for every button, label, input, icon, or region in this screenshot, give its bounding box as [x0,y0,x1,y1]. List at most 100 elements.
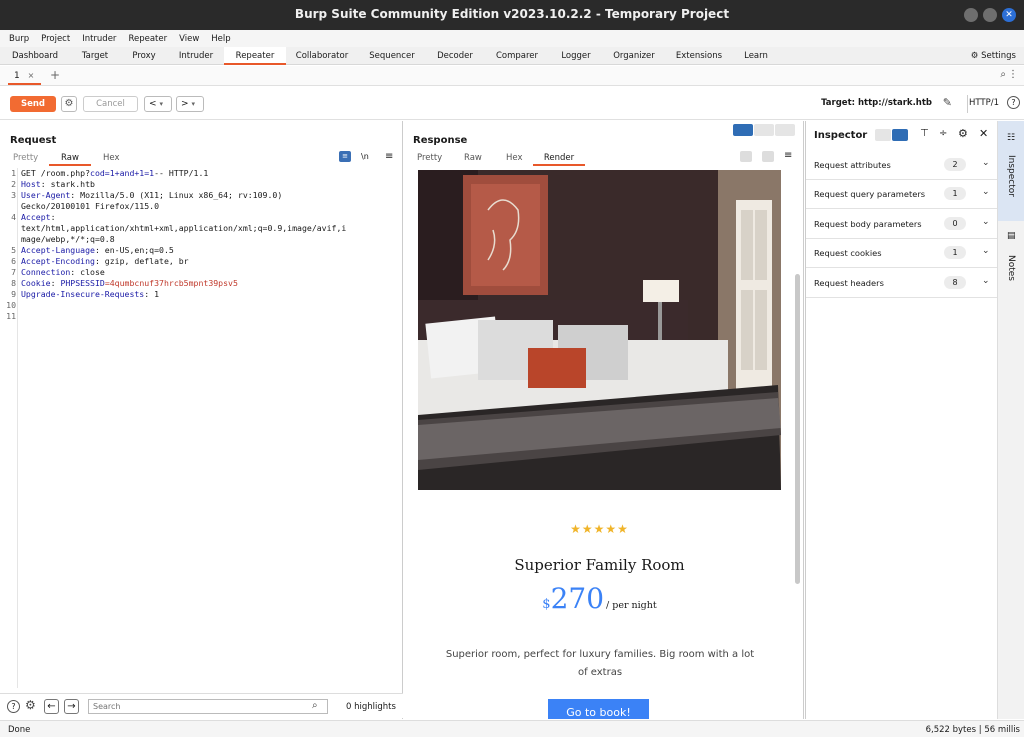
tab-collaborator[interactable]: Collaborator [290,47,354,65]
tab-target[interactable]: Target [68,47,122,65]
highlights-count: 0 highlights [346,702,396,712]
menu-intruder[interactable]: Intruder [82,34,116,44]
inspector-layout-icon[interactable] [875,129,891,141]
request-title: Request [10,135,57,146]
split-vertical-layout-icon[interactable] [754,124,774,136]
search-icon: ⌕ [312,700,318,711]
response-tab-raw[interactable]: Raw [464,153,482,163]
status-bar: Done 6,522 bytes | 56 millis [0,720,1024,737]
inspector-title: Inspector [814,130,868,141]
inspector-icon: ☷ [1007,133,1016,143]
split-icon[interactable]: ÷ [939,128,947,139]
code-token: =4qumbcnuf37hrcb5mpnt39psv5 [104,278,238,288]
tab-extensions[interactable]: Extensions [670,47,728,65]
tab-decoder[interactable]: Decoder [428,47,482,65]
window-title: Burp Suite Community Edition v2023.10.2.… [294,7,730,21]
menu-repeater[interactable]: Repeater [128,34,167,44]
sidebar-tab-notes[interactable]: ▤ Notes [998,225,1024,295]
tab-logger[interactable]: Logger [552,47,600,65]
gear-icon[interactable]: ⚙ [25,698,36,712]
close-tab-icon[interactable]: × [28,71,35,80]
back-button[interactable]: < ▾ [144,96,172,112]
align-icon[interactable]: ⊤ [920,128,929,139]
inspector-row-cookies[interactable]: Request cookies 1 ⌄ [806,239,998,268]
chevron-down-icon: ▾ [159,100,164,108]
send-options-gear-icon[interactable]: ⚙ [61,96,77,112]
tab-repeater[interactable]: Repeater [224,47,286,65]
menu-help[interactable]: Help [211,34,230,44]
code-token: : [50,278,61,288]
rendered-response: ★★★★★ Superior Family Room $270/ per nig… [418,170,781,719]
help-icon[interactable]: ? [7,700,20,713]
settings-button[interactable]: ⚙ Settings [971,47,1016,65]
single-layout-icon[interactable] [775,124,795,136]
gear-icon[interactable]: ⚙ [958,127,968,140]
close-icon[interactable]: ✕ [979,127,988,140]
search-input[interactable] [88,699,328,714]
inspector-row-headers[interactable]: Request headers 8 ⌄ [806,269,998,298]
inspector-row-body-parameters[interactable]: Request body parameters 0 ⌄ [806,210,998,239]
edit-target-pencil-icon[interactable]: ✎ [943,96,952,109]
show-newlines-icon[interactable] [762,151,774,162]
request-menu-icon[interactable]: ≡ [385,151,393,162]
http-version-button[interactable]: HTTP/1 [969,98,999,108]
code-token: : [50,212,56,222]
response-tab-hex[interactable]: Hex [506,153,523,163]
response-size-time: 6,522 bytes | 56 millis [925,725,1020,735]
sidebar-tab-inspector[interactable]: ☷ Inspector [998,121,1024,221]
menu-project[interactable]: Project [41,34,70,44]
inspector-layout-active-icon[interactable] [892,129,908,141]
cancel-button[interactable]: Cancel [83,96,138,112]
code-token: mage/webp,*/*;q=0.8 [21,234,115,244]
split-horizontal-layout-icon[interactable] [733,124,753,136]
inspector-row-query-parameters[interactable]: Request query parameters 1 ⌄ [806,180,998,209]
line-code: Connection: close [21,267,105,278]
code-token: Host [21,179,41,189]
rating-stars: ★★★★★ [570,522,629,536]
row-label: Request query parameters [814,189,926,199]
tab-sequencer[interactable]: Sequencer [362,47,422,65]
tab-comparer[interactable]: Comparer [490,47,544,65]
request-tab-hex[interactable]: Hex [103,153,120,163]
code-token: text/html,application/xhtml+xml,applicat… [21,223,347,233]
request-editor[interactable]: 1 GET /room.php?cod=1+and+1=1-- HTTP/1.1 2… [0,168,400,688]
tab-proxy[interactable]: Proxy [122,47,166,65]
response-tab-render[interactable]: Render [533,153,585,166]
book-button[interactable]: Go to book! [548,699,649,719]
send-button[interactable]: Send [10,96,56,112]
code-token: : gzip, deflate, br [94,256,189,266]
tab-learn[interactable]: Learn [734,47,778,65]
room-title: Superior Family Room [514,556,685,574]
previous-match-arrow-icon[interactable]: ← [44,699,59,714]
wrap-lines-icon[interactable] [740,151,752,162]
minimize-button[interactable] [964,8,978,22]
close-window-button[interactable]: ✕ [1002,8,1016,22]
menu-burp[interactable]: Burp [9,34,29,44]
maximize-button[interactable] [983,8,997,22]
show-newlines-toggle[interactable]: \n [361,152,369,161]
code-token: Accept [21,212,51,222]
response-tab-pretty[interactable]: Pretty [417,153,442,163]
next-match-arrow-icon[interactable]: → [64,699,79,714]
tab-dashboard[interactable]: Dashboard [6,47,64,65]
help-icon[interactable]: ? [1007,96,1020,109]
tab-organizer[interactable]: Organizer [606,47,662,65]
notes-icon: ▤ [1007,231,1016,241]
tab-intruder[interactable]: Intruder [170,47,222,65]
response-menu-icon[interactable]: ≡ [784,150,792,161]
request-tab-raw[interactable]: Raw [49,153,91,166]
search-icon[interactable]: ⌕ [1000,69,1006,80]
add-tab-icon[interactable]: + [50,68,60,82]
line-number: 11 [6,311,16,321]
wrap-lines-icon[interactable]: ≡ [339,151,351,162]
request-tab-pretty[interactable]: Pretty [13,153,38,163]
row-label: Request cookies [814,248,882,258]
code-token: : 1 [144,289,160,299]
inspector-row-request-attributes[interactable]: Request attributes 2 ⌄ [806,151,998,180]
target-label: Target: http://stark.htb [821,98,932,108]
more-options-icon[interactable]: ⋮ [1008,69,1018,80]
response-scrollbar[interactable] [795,274,800,584]
menu-view[interactable]: View [179,34,199,44]
forward-button[interactable]: > ▾ [176,96,204,112]
repeater-tab-1[interactable]: 1 × [8,68,41,85]
